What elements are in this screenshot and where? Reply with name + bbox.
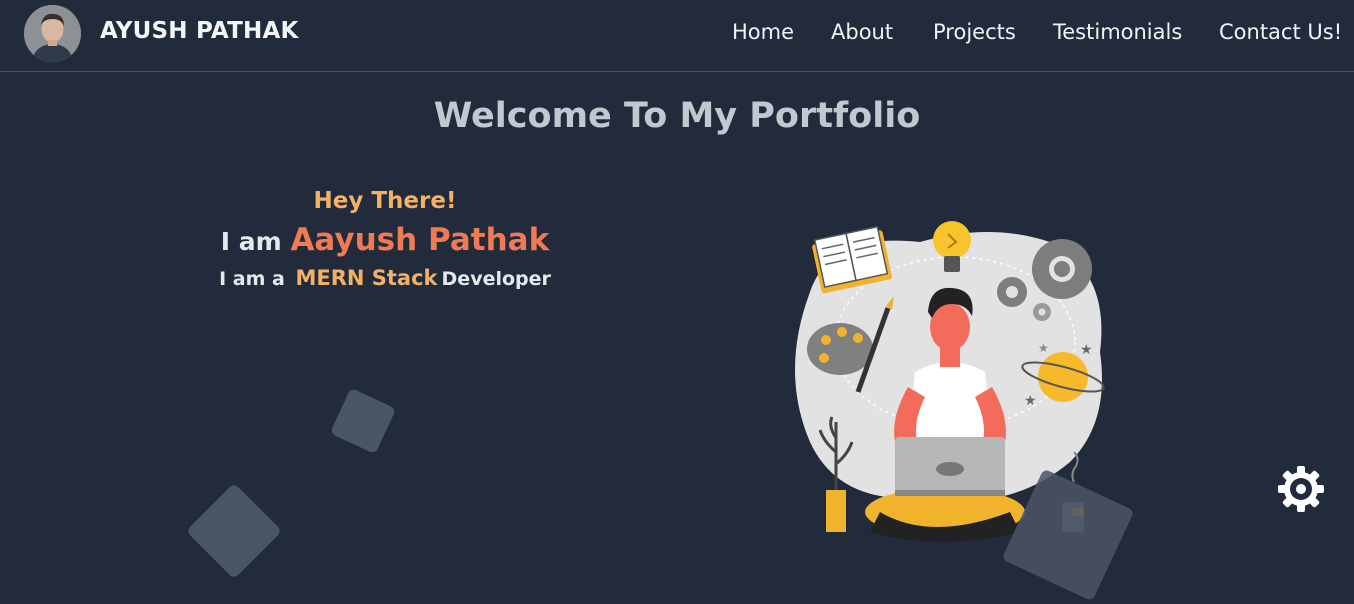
svg-text:★: ★ (1024, 393, 1037, 409)
navbar: AYUSH PATHAK Home About Projects Testimo… (0, 0, 1354, 72)
person-name: Aayush Pathak (290, 222, 550, 258)
svg-text:★: ★ (1080, 342, 1093, 358)
settings-button[interactable] (1276, 464, 1326, 514)
page-title: Welcome To My Portfolio (433, 96, 921, 136)
role-prefix: I am a (219, 268, 285, 290)
nav-testimonials[interactable]: Testimonials (1053, 20, 1182, 44)
nav-contact[interactable]: Contact Us! (1219, 20, 1342, 44)
nav-projects[interactable]: Projects (933, 20, 1016, 44)
role-line: I am a MERN Stack Developer (185, 266, 585, 290)
name-line: I am Aayush Pathak (185, 222, 585, 258)
portfolio-page: AYUSH PATHAK Home About Projects Testimo… (0, 0, 1354, 604)
name-prefix: I am (220, 227, 282, 256)
role-suffix: Developer (441, 268, 551, 290)
intro-section: Hey There! I am Aayush Pathak I am a MER… (185, 188, 585, 290)
role-highlight: MERN Stack (295, 266, 438, 290)
decor-square (329, 387, 397, 455)
nav-links: Home About Projects Testimonials Contact… (0, 20, 1354, 50)
nav-home[interactable]: Home (732, 20, 794, 44)
gear-icon (1278, 466, 1324, 512)
decor-square (185, 482, 283, 580)
svg-text:★: ★ (1038, 341, 1049, 355)
nav-about[interactable]: About (831, 20, 893, 44)
greeting-text: Hey There! (313, 188, 457, 214)
